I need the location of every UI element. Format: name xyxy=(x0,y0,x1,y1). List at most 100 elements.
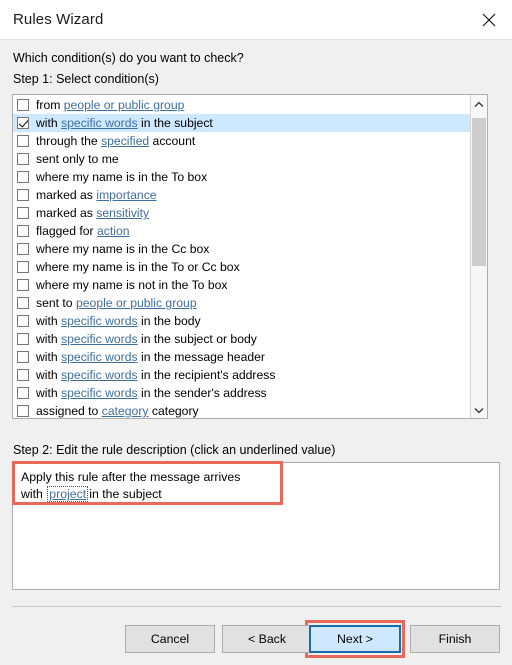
footer-separator xyxy=(12,606,501,607)
condition-label: where my name is in the Cc box xyxy=(36,242,209,256)
condition-checkbox[interactable] xyxy=(17,405,29,417)
condition-text: from xyxy=(36,98,64,112)
condition-row[interactable]: with specific words in the subject or bo… xyxy=(13,330,470,348)
chevron-up-icon xyxy=(474,97,484,111)
condition-row[interactable]: marked as sensitivity xyxy=(13,204,470,222)
condition-text: sent to xyxy=(36,296,76,310)
description-line-2: with project in the subject xyxy=(21,486,491,503)
condition-text: with xyxy=(36,350,62,364)
condition-checkbox[interactable] xyxy=(17,207,29,219)
condition-value-link[interactable]: action xyxy=(97,224,130,238)
condition-row[interactable]: where my name is in the To box xyxy=(13,168,470,186)
condition-row[interactable]: with specific words in the body xyxy=(13,312,470,330)
conditions-list: from people or public group with specific… xyxy=(13,96,470,418)
condition-checkbox[interactable] xyxy=(17,333,29,345)
condition-checkbox[interactable] xyxy=(17,315,29,327)
condition-value-link[interactable]: importance xyxy=(96,188,156,202)
next-button[interactable]: Next > xyxy=(309,625,401,653)
condition-row[interactable]: with specific words in the subject xyxy=(13,114,470,132)
scrollbar-thumb[interactable] xyxy=(472,118,486,266)
condition-label: marked as sensitivity xyxy=(36,206,149,220)
condition-checkbox[interactable] xyxy=(17,387,29,399)
condition-value-link[interactable]: category xyxy=(102,404,149,418)
description-line-1: Apply this rule after the message arrive… xyxy=(21,470,241,484)
condition-text: marked as xyxy=(36,188,97,202)
condition-checkbox[interactable] xyxy=(17,99,29,111)
condition-row[interactable]: where my name is not in the To box xyxy=(13,276,470,294)
condition-checkbox[interactable] xyxy=(17,261,29,273)
condition-row[interactable]: flagged for action xyxy=(13,222,470,240)
condition-row[interactable]: with specific words in the sender's addr… xyxy=(13,384,470,402)
condition-text: assigned to xyxy=(36,404,102,418)
condition-label: where my name is not in the To box xyxy=(36,278,228,292)
condition-label: with specific words in the subject or bo… xyxy=(36,332,257,346)
condition-checkbox[interactable] xyxy=(17,153,29,165)
cancel-button[interactable]: Cancel xyxy=(125,625,215,653)
condition-text: account xyxy=(149,134,196,148)
condition-checkbox[interactable] xyxy=(17,243,29,255)
condition-row[interactable]: through the specified account xyxy=(13,132,470,150)
condition-label: with specific words in the recipient's a… xyxy=(36,368,275,382)
listbox-scrollbar[interactable] xyxy=(470,95,487,418)
finish-button[interactable]: Finish xyxy=(410,625,500,653)
condition-value-link[interactable]: specific words xyxy=(61,350,138,364)
condition-text: marked as xyxy=(36,206,97,220)
scroll-down-button[interactable] xyxy=(471,401,487,418)
condition-row[interactable]: assigned to category category xyxy=(13,402,470,418)
condition-value-link[interactable]: specific words xyxy=(61,368,138,382)
condition-value-link[interactable]: sensitivity xyxy=(96,206,149,220)
condition-text: in the message header xyxy=(137,350,265,364)
condition-row[interactable]: with specific words in the message heade… xyxy=(13,348,470,366)
description-suffix: in the subject xyxy=(89,487,162,501)
condition-text: where my name is in the Cc box xyxy=(36,242,210,256)
condition-value-link[interactable]: specific words xyxy=(61,332,138,346)
condition-row[interactable]: sent only to me xyxy=(13,150,470,168)
condition-row[interactable]: sent to people or public group xyxy=(13,294,470,312)
condition-checkbox[interactable] xyxy=(17,225,29,237)
condition-text: in the body xyxy=(137,314,201,328)
condition-row[interactable]: marked as importance xyxy=(13,186,470,204)
condition-label: with specific words in the body xyxy=(36,314,201,328)
condition-label: sent to people or public group xyxy=(36,296,197,310)
condition-text: in the sender's address xyxy=(137,386,267,400)
condition-label: with specific words in the message heade… xyxy=(36,350,265,364)
condition-value-link[interactable]: specific words xyxy=(61,314,138,328)
condition-text: where my name is in the To box xyxy=(36,170,208,184)
condition-checkbox[interactable] xyxy=(17,117,29,129)
condition-label: flagged for action xyxy=(36,224,130,238)
title-bar: Rules Wizard xyxy=(0,0,512,40)
step1-label: Step 1: Select condition(s) xyxy=(13,72,159,86)
condition-value-link[interactable]: specified xyxy=(101,134,149,148)
condition-label: with specific words in the sender's addr… xyxy=(36,386,267,400)
close-button[interactable] xyxy=(466,0,512,39)
scroll-up-button[interactable] xyxy=(471,95,487,112)
condition-value-link[interactable]: people or public group xyxy=(76,296,197,310)
condition-value-link[interactable]: specific words xyxy=(61,116,138,130)
rule-description-box[interactable]: Apply this rule after the message arrive… xyxy=(12,462,500,590)
rule-value-link[interactable]: project xyxy=(47,486,89,502)
condition-text: sent only to me xyxy=(36,152,119,166)
condition-checkbox[interactable] xyxy=(17,351,29,363)
condition-label: where my name is in the To box xyxy=(36,170,207,184)
condition-label: from people or public group xyxy=(36,98,184,112)
condition-checkbox[interactable] xyxy=(17,189,29,201)
condition-text: with xyxy=(36,314,62,328)
condition-value-link[interactable]: specific words xyxy=(61,386,138,400)
condition-row[interactable]: from people or public group xyxy=(13,96,470,114)
condition-checkbox[interactable] xyxy=(17,279,29,291)
condition-checkbox[interactable] xyxy=(17,297,29,309)
condition-row[interactable]: with specific words in the recipient's a… xyxy=(13,366,470,384)
condition-text: category xyxy=(148,404,199,418)
back-button[interactable]: < Back xyxy=(222,625,312,653)
condition-checkbox[interactable] xyxy=(17,135,29,147)
condition-value-link[interactable]: people or public group xyxy=(64,98,185,112)
prompt-text: Which condition(s) do you want to check? xyxy=(13,51,244,65)
conditions-listbox[interactable]: from people or public group with specific… xyxy=(12,94,488,419)
condition-row[interactable]: where my name is in the Cc box xyxy=(13,240,470,258)
condition-checkbox[interactable] xyxy=(17,171,29,183)
condition-text: flagged for xyxy=(36,224,97,238)
condition-text: with xyxy=(36,116,62,130)
condition-row[interactable]: where my name is in the To or Cc box xyxy=(13,258,470,276)
condition-checkbox[interactable] xyxy=(17,369,29,381)
step2-label: Step 2: Edit the rule description (click… xyxy=(13,443,336,457)
